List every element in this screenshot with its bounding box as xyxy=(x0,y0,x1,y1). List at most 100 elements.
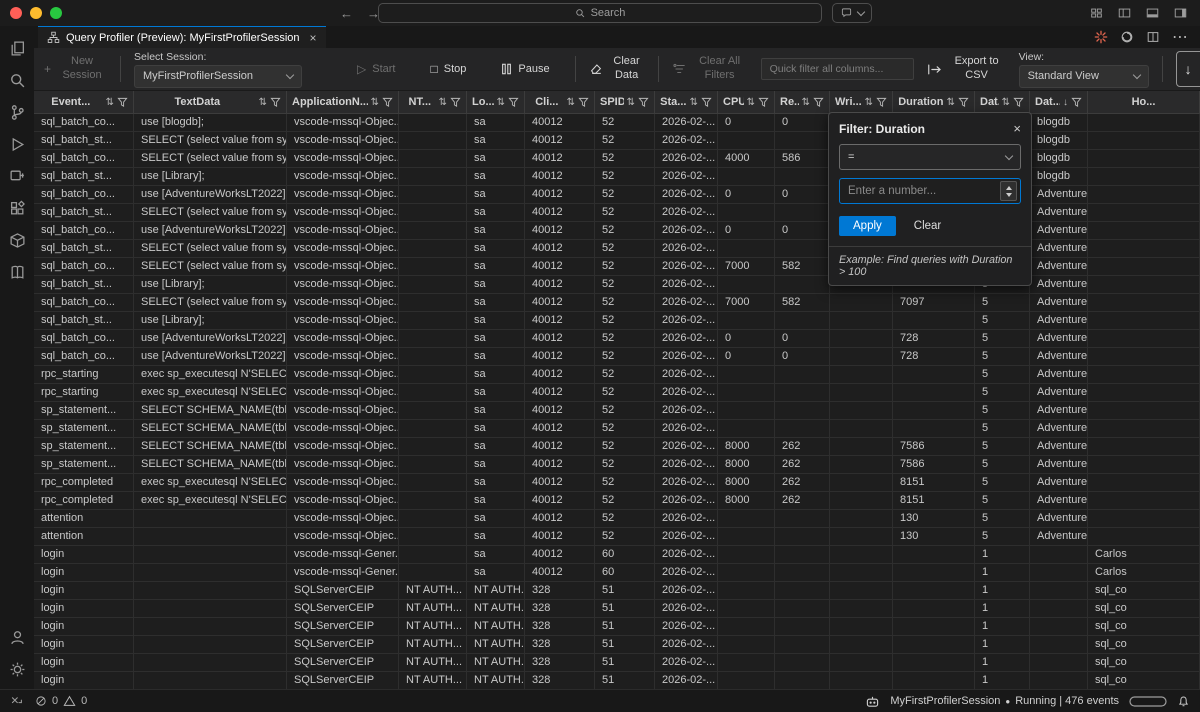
sidebar-item-extensions[interactable] xyxy=(0,192,34,224)
header-cell-duration[interactable]: Duration⇅ xyxy=(893,91,975,113)
sidebar-item-connections[interactable] xyxy=(0,160,34,192)
minimize-window-button[interactable] xyxy=(30,7,42,19)
sort-icon[interactable]: ⇅ xyxy=(106,97,114,108)
filter-funnel-icon[interactable] xyxy=(638,97,649,108)
table-row[interactable]: loginSQLServerCEIPNT AUTH...NT AUTH...32… xyxy=(34,600,1200,618)
filter-funnel-icon[interactable] xyxy=(382,97,393,108)
sort-icon[interactable]: ⇅ xyxy=(865,97,873,108)
back-icon[interactable]: ← xyxy=(340,6,353,21)
notifications-bell-icon[interactable] xyxy=(1177,695,1190,708)
header-cell-textdata[interactable]: TextData⇅ xyxy=(134,91,287,113)
filter-funnel-icon[interactable] xyxy=(1013,97,1024,108)
table-row[interactable]: rpc_startingexec sp_executesql N'SELECT … xyxy=(34,366,1200,384)
remote-indicator-icon[interactable] xyxy=(10,695,23,707)
sort-icon[interactable]: ⇅ xyxy=(690,97,698,108)
start-button[interactable]: ▷ Start xyxy=(357,62,395,76)
tab-close-icon[interactable]: × xyxy=(310,31,317,45)
header-cell-dat[interactable]: Dat...⇅ xyxy=(975,91,1030,113)
tab-query-profiler[interactable]: Query Profiler (Preview): MyFirstProfile… xyxy=(38,26,326,48)
session-select[interactable]: MyFirstProfilerSession xyxy=(134,65,302,88)
header-cell-applicationn[interactable]: ApplicationN...⇅ xyxy=(287,91,399,113)
table-row[interactable]: rpc_completedexec sp_executesql N'SELECT… xyxy=(34,474,1200,492)
header-cell-sta[interactable]: Sta...⇅ xyxy=(655,91,718,113)
close-icon[interactable]: × xyxy=(1013,121,1021,136)
table-row[interactable]: loginSQLServerCEIPNT AUTH...NT AUTH...32… xyxy=(34,654,1200,672)
filter-funnel-icon[interactable] xyxy=(578,97,589,108)
pause-button[interactable]: Pause xyxy=(501,63,549,75)
quick-filter-input[interactable] xyxy=(761,58,914,80)
filter-funnel-icon[interactable] xyxy=(758,97,769,108)
clear-button[interactable]: Clear xyxy=(914,220,941,232)
profiler-session-status[interactable]: MyFirstProfilerSession ● Running | 476 e… xyxy=(890,695,1119,707)
header-cell-spid[interactable]: SPID⇅ xyxy=(595,91,655,113)
table-row[interactable]: sp_statement...SELECT SCHEMA_NAME(tbl.sc… xyxy=(34,420,1200,438)
sidebar-item-account[interactable] xyxy=(0,621,34,653)
apply-button[interactable]: Apply xyxy=(839,216,896,236)
header-cell-wri[interactable]: Wri...⇅ xyxy=(830,91,893,113)
export-csv-button[interactable]: Export to CSV xyxy=(927,55,1006,83)
problems-status[interactable]: 0 0 xyxy=(35,695,87,707)
filter-funnel-icon[interactable] xyxy=(508,97,519,108)
table-row[interactable]: sql_batch_co...SELECT (select value from… xyxy=(34,294,1200,312)
filter-funnel-icon[interactable] xyxy=(450,97,461,108)
header-cell-ho[interactable]: Ho... xyxy=(1088,91,1200,113)
filter-funnel-icon[interactable] xyxy=(270,97,281,108)
sort-icon[interactable]: ↓ xyxy=(1063,97,1068,108)
command-center-search[interactable]: Search xyxy=(378,3,822,23)
auto-scroll-toggle[interactable]: ↓ Auto- scroll xyxy=(1176,51,1200,87)
sort-icon[interactable]: ⇅ xyxy=(747,97,755,108)
clear-data-button[interactable]: Clear Data xyxy=(589,55,645,83)
header-cell-cli[interactable]: Cli...⇅ xyxy=(525,91,595,113)
header-cell-event[interactable]: Event...⇅ xyxy=(34,91,134,113)
zoom-window-button[interactable] xyxy=(50,7,62,19)
sort-icon[interactable]: ⇅ xyxy=(259,97,267,108)
sort-icon[interactable]: ⇅ xyxy=(1002,97,1010,108)
sort-icon[interactable]: ⇅ xyxy=(371,97,379,108)
sort-icon[interactable]: ⇅ xyxy=(802,97,810,108)
header-cell-lo[interactable]: Lo...⇅ xyxy=(467,91,525,113)
close-window-button[interactable] xyxy=(10,7,22,19)
table-row[interactable]: sp_statement...SELECT SCHEMA_NAME(tbl.sc… xyxy=(34,402,1200,420)
header-cell-nt[interactable]: NT...⇅ xyxy=(399,91,467,113)
filter-funnel-icon[interactable] xyxy=(1071,97,1082,108)
new-session-button[interactable]: + New Session xyxy=(44,55,107,83)
view-select[interactable]: Standard View xyxy=(1019,65,1149,88)
toggle-panel-icon[interactable] xyxy=(1145,6,1160,20)
table-row[interactable]: loginSQLServerCEIPNT AUTH...NT AUTH...32… xyxy=(34,618,1200,636)
number-stepper[interactable] xyxy=(1000,181,1017,201)
sort-icon[interactable]: ⇅ xyxy=(497,97,505,108)
sidebar-item-explorer[interactable] xyxy=(0,32,34,64)
table-row[interactable]: loginvscode-mssql-Gener...sa40012602026-… xyxy=(34,546,1200,564)
sort-icon[interactable]: ⇅ xyxy=(439,97,447,108)
header-cell-re[interactable]: Re...⇅ xyxy=(775,91,830,113)
more-actions-icon[interactable]: ⋯ xyxy=(1172,27,1188,47)
status-pill-icon[interactable] xyxy=(1129,696,1167,707)
table-row[interactable]: sql_batch_co...use [AdventureWorksLT2022… xyxy=(34,348,1200,366)
table-row[interactable]: sp_statement...SELECT SCHEMA_NAME(tbl.sc… xyxy=(34,456,1200,474)
table-row[interactable]: loginvscode-mssql-Gener...sa40012602026-… xyxy=(34,564,1200,582)
sidebar-item-search[interactable] xyxy=(0,64,34,96)
settings-gear-icon[interactable] xyxy=(0,653,34,685)
header-cell-dat[interactable]: Dat...↓ xyxy=(1030,91,1088,113)
header-cell-cpu[interactable]: CPU⇅ xyxy=(718,91,775,113)
sidebar-item-notebooks[interactable] xyxy=(0,256,34,288)
table-row[interactable]: rpc_completedexec sp_executesql N'SELECT… xyxy=(34,492,1200,510)
filter-value-input[interactable] xyxy=(840,185,1000,197)
sidebar-item-database-projects[interactable] xyxy=(0,224,34,256)
table-row[interactable]: attentionvscode-mssql-Objec...sa40012522… xyxy=(34,510,1200,528)
sort-icon[interactable]: ⇅ xyxy=(947,97,955,108)
sidebar-item-source-control[interactable] xyxy=(0,96,34,128)
toggle-sidebar-icon[interactable] xyxy=(1117,6,1132,20)
table-row[interactable]: sql_batch_st...use [Library];vscode-mssq… xyxy=(34,312,1200,330)
filter-funnel-icon[interactable] xyxy=(813,97,824,108)
filter-funnel-icon[interactable] xyxy=(876,97,887,108)
toggle-secondary-sidebar-icon[interactable] xyxy=(1173,6,1188,20)
table-row[interactable]: loginSQLServerCEIPNT AUTH...NT AUTH...32… xyxy=(34,672,1200,689)
filter-funnel-icon[interactable] xyxy=(958,97,969,108)
chat-menu-button[interactable] xyxy=(832,3,872,23)
profiler-running-star-icon[interactable] xyxy=(1094,30,1108,44)
sort-icon[interactable]: ⇅ xyxy=(567,97,575,108)
table-row[interactable]: rpc_startingexec sp_executesql N'SELECT … xyxy=(34,384,1200,402)
filter-funnel-icon[interactable] xyxy=(701,97,712,108)
filter-funnel-icon[interactable] xyxy=(117,97,128,108)
